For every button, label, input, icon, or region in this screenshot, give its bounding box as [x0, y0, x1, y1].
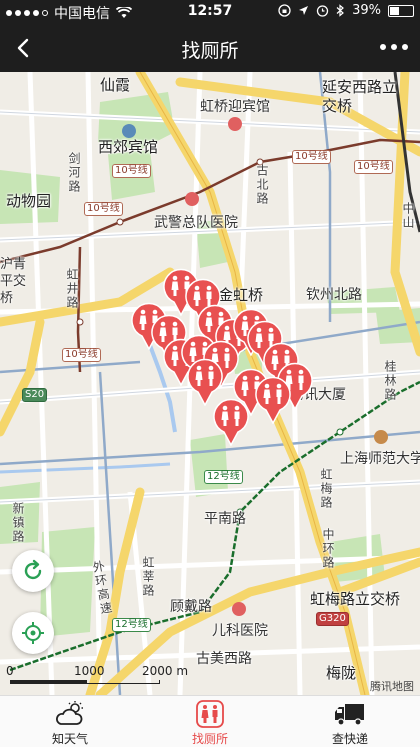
nav-bar: 找厕所	[0, 24, 420, 72]
map-label-yanan-bridge: 延安西路立交桥	[322, 78, 398, 115]
map-label-hongmei: 虹梅路	[319, 468, 333, 510]
toilet-pin[interactable]	[254, 376, 292, 425]
toilet-icon	[196, 700, 224, 728]
toilet-pin[interactable]	[186, 358, 224, 407]
metro-badge-line12-a: 12号线	[204, 470, 243, 484]
tab-toilet-label: 找厕所	[191, 732, 228, 746]
map-credit: 腾讯地图	[370, 680, 414, 693]
metro-badge-line10-d: 10号线	[62, 348, 101, 362]
map-label-qinzhou: 钦州北路	[306, 287, 362, 303]
map-label-gudu: 顾戴路	[170, 599, 212, 615]
map-label-pingnan: 平南路	[204, 511, 246, 527]
map-label-hongjing: 虹井路	[65, 268, 79, 310]
map-label-xinzhen: 新镇路	[11, 502, 25, 544]
tab-express[interactable]: 查快递	[280, 696, 420, 747]
road-badge-g320: G320	[316, 612, 349, 626]
map-label-hongqiao-guest: 虹桥迎宾馆	[200, 99, 270, 115]
battery-percent: 39%	[352, 3, 381, 18]
tab-weather[interactable]: 知天气	[0, 696, 140, 747]
map-label-gumei: 古美西路	[196, 651, 252, 667]
status-indicators: 39%	[278, 3, 414, 18]
tab-toilet[interactable]: 找厕所	[140, 696, 280, 747]
hospital-poi-icon	[185, 192, 199, 206]
map-label-hospital: 武警总队医院	[154, 215, 238, 231]
refresh-icon	[24, 559, 42, 580]
toilet-pin-icon	[187, 358, 223, 407]
map-label-ring: 虹梅路立交桥	[310, 590, 401, 608]
locate-icon	[22, 622, 44, 644]
refresh-button[interactable]	[12, 550, 54, 592]
map-label-zoo: 动物园	[6, 192, 52, 210]
map-label-jinhongqiao: 金虹桥	[218, 286, 264, 304]
metro-badge-line10-c: 10号线	[292, 150, 331, 164]
metro-badge-line10-b: 10号线	[84, 202, 123, 216]
tab-express-label: 查快递	[331, 732, 368, 746]
map-label-hugong: 沪青平交桥	[0, 257, 27, 306]
more-button[interactable]	[380, 44, 408, 50]
scale-label-mid: 1000	[74, 664, 105, 678]
metro-badge-line10-e: 10号线	[354, 160, 393, 174]
hotel-poi-icon	[228, 117, 242, 131]
map-label-gubei: 古北路	[255, 164, 269, 206]
map-label-xijiao: 西郊宾馆	[98, 138, 159, 156]
map-view[interactable]: 仙霞 虹桥迎宾馆 延安西路立交桥 西郊宾馆 动物园 武警总队医院 沪青平交桥 金…	[0, 72, 420, 695]
map-label-hongxin: 虹莘路	[141, 556, 155, 598]
tab-bar: 知天气 找厕所 查快递	[0, 695, 420, 747]
map-label-zhongshan: 中山	[401, 202, 415, 230]
scale-bar	[10, 680, 160, 684]
university-poi-icon	[374, 430, 388, 444]
metro-badge-line12-b: 12号线	[112, 618, 151, 632]
map-label-jianhe: 剑河路	[67, 152, 81, 194]
map-label-meilong: 梅陇	[326, 664, 357, 682]
location-arrow-icon	[299, 6, 309, 15]
bluetooth-icon	[336, 4, 345, 17]
truck-icon	[335, 704, 364, 726]
road-badge-s20: S20	[22, 388, 48, 402]
tab-weather-label: 知天气	[51, 732, 88, 746]
lock-rotation-icon	[278, 4, 291, 17]
app-root: 中国电信 12:57 39% 找厕所 仙霞 虹桥迎宾馆 延安西路立交桥 西郊宾馆…	[0, 0, 420, 747]
map-label-guibei: 桂林路	[383, 360, 397, 402]
page-title: 找厕所	[181, 40, 239, 62]
kids-hospital-poi-icon	[232, 602, 246, 616]
map-label-ring-road: 中环路	[321, 528, 335, 570]
scale-label-max: 2000 m	[142, 664, 189, 678]
scale-label-zero: 0	[6, 664, 14, 678]
toilet-pin-icon	[255, 376, 291, 425]
map-label-xianxia: 仙霞	[100, 76, 131, 94]
status-bar: 中国电信 12:57 39%	[0, 0, 420, 24]
alarm-icon	[316, 5, 329, 17]
weather-icon	[56, 701, 83, 725]
metro-badge-line10-a: 10号线	[112, 164, 151, 178]
map-label-kids-hospital: 儿科医院	[212, 623, 268, 639]
locate-button[interactable]	[12, 612, 54, 654]
map-label-normal-univ: 上海师范大学	[340, 451, 420, 467]
battery-icon	[388, 4, 414, 17]
